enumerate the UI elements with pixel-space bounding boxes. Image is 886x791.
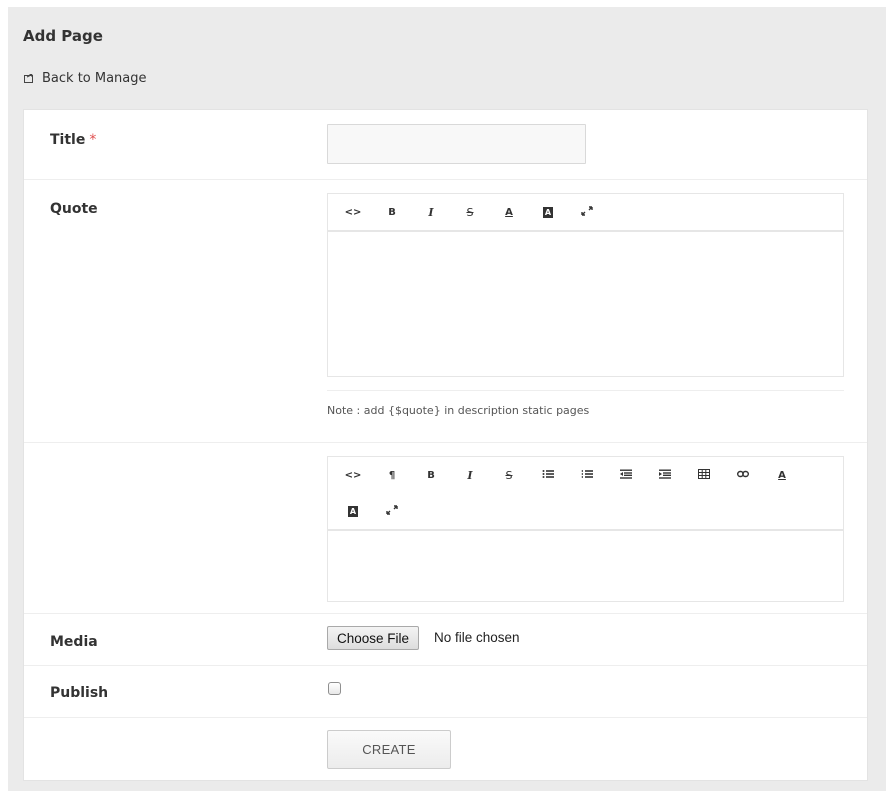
background-color-button[interactable]: A — [533, 202, 563, 222]
table-button[interactable] — [689, 465, 719, 485]
quote-editor: <> B I S A A — [327, 193, 844, 377]
bold-button[interactable]: B — [416, 465, 446, 485]
unordered-list-button[interactable] — [533, 465, 563, 485]
fullscreen-icon — [386, 504, 398, 518]
required-marker: * — [89, 132, 97, 148]
publish-checkbox[interactable] — [328, 682, 341, 695]
background-color-icon: A — [542, 206, 554, 218]
description-row: <> ¶ B I S A A — [24, 443, 867, 614]
code-view-icon: <> — [344, 469, 362, 481]
strikethrough-icon: S — [505, 468, 513, 482]
bold-button[interactable]: B — [377, 202, 407, 222]
indent-icon — [659, 469, 671, 482]
italic-button[interactable]: I — [455, 465, 485, 485]
indent-button[interactable] — [650, 465, 680, 485]
italic-button[interactable]: I — [416, 202, 446, 222]
background-color-icon: A — [347, 505, 359, 517]
link-button[interactable] — [728, 465, 758, 485]
ordered-list-button[interactable] — [572, 465, 602, 485]
description-editor-toolbar: <> ¶ B I S A A — [328, 457, 843, 531]
media-label: Media — [50, 634, 98, 650]
link-icon — [736, 469, 750, 482]
publish-label: Publish — [50, 685, 109, 701]
add-page-form: Title * Quote <> B I S A A Note : add {$quote}… — [23, 109, 868, 781]
quote-note: Note : add {$quote} in description stati… — [327, 404, 590, 417]
quote-label: Quote — [50, 201, 98, 217]
unordered-list-icon — [542, 469, 554, 482]
bold-icon: B — [388, 206, 396, 218]
code-view-icon: <> — [344, 206, 362, 218]
ordered-list-icon — [581, 469, 593, 482]
fullscreen-button[interactable] — [572, 202, 602, 222]
table-icon — [698, 468, 710, 482]
description-editor: <> ¶ B I S A A — [327, 456, 844, 602]
paragraph-icon: ¶ — [388, 469, 396, 481]
create-row: CREATE — [24, 718, 867, 780]
fullscreen-icon — [581, 205, 593, 219]
description-edit-area[interactable] — [328, 531, 843, 587]
file-status-text: No file chosen — [434, 630, 520, 645]
back-to-manage-link[interactable]: Back to Manage — [24, 71, 147, 86]
outdent-button[interactable] — [611, 465, 641, 485]
quote-row: Quote <> B I S A A Note : add {$quote} in des… — [24, 180, 867, 443]
description-toolbar-row-1: <> ¶ B I S A — [338, 457, 843, 493]
quote-edit-area[interactable] — [328, 232, 843, 376]
code-view-button[interactable]: <> — [338, 202, 368, 222]
quote-toolbar-row: <> B I S A A — [338, 194, 843, 230]
back-link-label: Back to Manage — [42, 71, 147, 86]
description-toolbar-row-2: A — [338, 493, 843, 529]
bold-icon: B — [427, 469, 435, 481]
italic-icon: I — [467, 468, 473, 482]
font-color-icon: A — [505, 206, 513, 218]
font-color-icon: A — [778, 469, 786, 481]
paragraph-button[interactable]: ¶ — [377, 465, 407, 485]
background-color-button[interactable]: A — [338, 501, 368, 521]
title-input[interactable] — [327, 124, 586, 164]
code-view-button[interactable]: <> — [338, 465, 368, 485]
font-color-button[interactable]: A — [494, 202, 524, 222]
choose-file-button[interactable]: Choose File — [327, 626, 420, 650]
page-title: Add Page — [23, 27, 103, 45]
note-divider — [327, 390, 844, 391]
title-label: Title * — [50, 132, 97, 148]
content-panel: Add Page Back to Manage Title * Quote <> B… — [8, 7, 886, 791]
media-row: Media Choose File No file chosen — [24, 614, 867, 666]
create-button[interactable]: CREATE — [327, 730, 451, 769]
fullscreen-button[interactable] — [377, 501, 407, 521]
strikethrough-button[interactable]: S — [455, 202, 485, 222]
outdent-icon — [620, 469, 632, 482]
strikethrough-icon: S — [466, 205, 474, 219]
strikethrough-button[interactable]: S — [494, 465, 524, 485]
italic-icon: I — [428, 205, 434, 219]
quote-editor-toolbar: <> B I S A A — [328, 194, 843, 232]
publish-row: Publish — [24, 666, 867, 718]
back-link-icon — [24, 74, 33, 83]
font-color-button[interactable]: A — [767, 465, 797, 485]
title-row: Title * — [24, 110, 867, 180]
